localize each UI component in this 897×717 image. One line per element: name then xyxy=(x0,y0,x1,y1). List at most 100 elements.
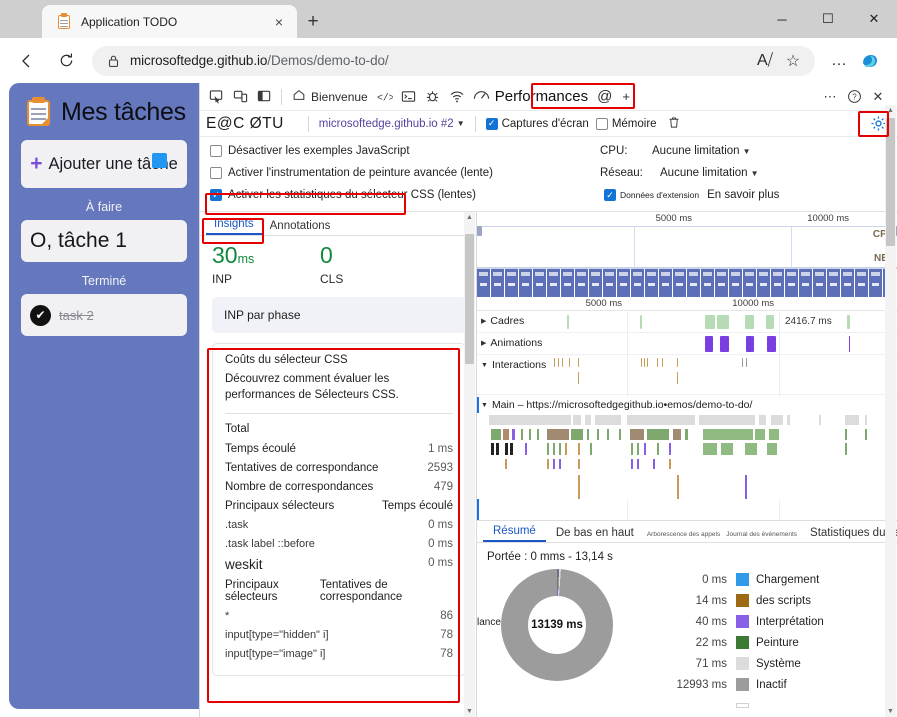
track-interactions[interactable]: ▼ Interactions xyxy=(477,355,897,395)
chevron-down-icon[interactable]: ▼ xyxy=(481,362,488,369)
tab-call-tree[interactable]: Arborescence des appels xyxy=(644,531,723,542)
dock-side-icon[interactable] xyxy=(253,86,275,108)
legend-item-partial[interactable] xyxy=(653,695,824,716)
console-icon[interactable] xyxy=(398,86,420,108)
donut-chart[interactable]: 13139 ms lance xyxy=(477,569,647,716)
scroll-down-icon[interactable]: ▼ xyxy=(885,706,896,717)
add-task-button[interactable]: + Ajouter une tâche xyxy=(21,140,187,188)
setting-css-selector-stats[interactable]: Activer les statistiques du sélecteur CS… xyxy=(210,184,595,206)
network-value[interactable]: Aucune limitation xyxy=(660,167,748,179)
trash-icon[interactable] xyxy=(667,115,681,133)
todo-app: Mes tâches + Ajouter une tâche À faire O… xyxy=(9,83,199,709)
record-controls[interactable]: E@C ØTU xyxy=(206,115,284,133)
favorite-icon[interactable]: ☆ xyxy=(779,47,807,75)
detail-scrollbar[interactable]: ▲ ▼ xyxy=(885,105,896,717)
list-item[interactable]: O, tâche 1 xyxy=(21,220,187,262)
setting-label: Activer les statistiques du sélecteur CS… xyxy=(228,189,476,201)
elements-icon[interactable]: </> xyxy=(374,86,396,108)
track-cadres[interactable]: ▶ Cadres 2416.7 ms xyxy=(477,311,897,333)
copilot-icon[interactable] xyxy=(857,48,883,74)
insights-scrollbar[interactable]: ▲ ▼ xyxy=(464,212,475,717)
window-close-icon[interactable]: ✕ xyxy=(851,0,897,38)
main-track-header[interactable]: ▼ Main – https://microsoftedgegithub.io•… xyxy=(477,397,897,413)
extension-data-row[interactable]: Données d'extension En savoir plus xyxy=(600,184,897,206)
browser-tab[interactable]: Application TODO × xyxy=(42,5,297,38)
network-throttling-row[interactable]: Réseau: Aucune limitation ▼ xyxy=(600,162,897,184)
chevron-down-icon[interactable]: ▼ xyxy=(751,169,759,178)
tab-insights[interactable]: Insights xyxy=(206,218,262,235)
extension-data-checkbox[interactable] xyxy=(604,189,616,201)
timeline-overview[interactable]: 5000 ms 10000 ms CPU NET xyxy=(477,212,897,297)
overflow-menu-icon[interactable]: ⋯ xyxy=(819,86,841,108)
svg-text:</>: </> xyxy=(377,92,393,103)
track-name[interactable]: ▼ Interactions xyxy=(481,359,546,371)
learn-more-link[interactable]: En savoir plus xyxy=(707,189,779,201)
scroll-up-icon[interactable]: ▲ xyxy=(464,212,475,223)
tab-bottom-up[interactable]: De bas en haut xyxy=(546,527,644,542)
check-icon[interactable]: ✔ xyxy=(30,304,51,326)
tab-welcome[interactable]: Bienvenue xyxy=(287,86,373,108)
insight-inp-by-phase[interactable]: INP par phase xyxy=(212,297,466,333)
cpu-value[interactable]: Aucune limitation xyxy=(652,145,740,157)
screenshots-checkbox[interactable] xyxy=(485,117,498,130)
inspect-icon[interactable] xyxy=(205,86,227,108)
browser-more-icon[interactable]: … xyxy=(825,47,853,75)
overview-handle-left[interactable] xyxy=(477,226,482,236)
legend-item[interactable]: 22 ms Peinture xyxy=(653,632,824,653)
chevron-down-icon[interactable]: ▼ xyxy=(481,402,488,409)
device-toolbar-icon[interactable] xyxy=(229,86,251,108)
reload-icon[interactable] xyxy=(50,45,82,77)
memory-checkbox[interactable] xyxy=(595,117,608,130)
legend-item[interactable]: 71 ms Système xyxy=(653,653,824,674)
insight-css-selector-costs[interactable]: Coûts du sélecteur CSS Découvrez comment… xyxy=(212,343,466,677)
chevron-down-icon[interactable]: ▼ xyxy=(743,147,751,156)
tab-selector-stats[interactable]: Statistiques du sélecteur xyxy=(800,527,897,542)
help-icon[interactable]: ? xyxy=(843,86,865,108)
list-item[interactable]: ✔ task 2 xyxy=(21,294,187,336)
tab-event-log[interactable]: Journal des événements xyxy=(723,531,800,542)
legend-item[interactable]: 40 ms Interprétation xyxy=(653,611,824,632)
chevron-right-icon[interactable]: ▶ xyxy=(481,339,486,347)
scroll-up-icon[interactable]: ▲ xyxy=(885,105,896,116)
track-animations[interactable]: ▶ Animations xyxy=(477,333,897,355)
clipboard-icon xyxy=(25,97,52,127)
scrollbar-thumb[interactable] xyxy=(465,234,474,364)
tab-summary[interactable]: Résumé xyxy=(483,525,546,542)
maximize-icon[interactable]: ☐ xyxy=(805,0,851,38)
new-tab-button[interactable]: + xyxy=(300,9,326,35)
chevron-right-icon[interactable]: ▶ xyxy=(481,317,486,325)
chevron-down-icon[interactable]: ▼ xyxy=(457,119,465,128)
disable-js-samples-checkbox[interactable] xyxy=(210,145,222,157)
donut-ring[interactable]: 13139 ms xyxy=(501,569,613,681)
scrollbar-thumb[interactable] xyxy=(886,118,895,246)
cpu-throttling-row[interactable]: CPU: Aucune limitation ▼ xyxy=(600,140,897,162)
setting-advanced-paint[interactable]: Activer l'instrumentation de peinture av… xyxy=(210,162,595,184)
target-selector[interactable]: microsoftedge.github.io #2 xyxy=(319,118,454,130)
legend-item[interactable]: 12993 ms Inactif xyxy=(653,674,824,695)
advanced-paint-checkbox[interactable] xyxy=(210,167,222,179)
address-bar[interactable]: microsoftedge.github.iohttps:///Demos/de… xyxy=(92,45,815,76)
close-icon[interactable]: × xyxy=(269,12,289,32)
filmstrip[interactable] xyxy=(477,269,897,297)
more-tabs-button[interactable]: @ xyxy=(592,86,617,108)
legend-item[interactable]: 14 ms des scripts xyxy=(653,590,824,611)
back-icon[interactable] xyxy=(11,45,43,77)
minimize-icon[interactable]: ─ xyxy=(759,0,805,38)
track-name[interactable]: ▶ Cadres xyxy=(481,315,524,327)
tab-performance[interactable]: Performances xyxy=(469,86,592,108)
metric-inp-value: 30ms xyxy=(212,244,320,267)
track-main[interactable]: ▼ Main – https://microsoftedgegithub.io•… xyxy=(477,397,897,520)
legend-item[interactable]: 0 ms Chargement xyxy=(653,569,824,590)
network-icon[interactable] xyxy=(446,86,468,108)
setting-disable-js-samples[interactable]: Désactiver les exemples JavaScript xyxy=(210,140,595,162)
lock-icon[interactable] xyxy=(100,48,126,74)
add-tab-button[interactable]: + xyxy=(617,86,635,108)
flame-chart[interactable] xyxy=(477,413,897,499)
scroll-down-icon[interactable]: ▼ xyxy=(464,706,475,717)
css-selector-stats-checkbox[interactable] xyxy=(210,189,222,201)
tab-annotations[interactable]: Annotations xyxy=(262,220,339,235)
sources-bug-icon[interactable] xyxy=(422,86,444,108)
track-name[interactable]: ▶ Animations xyxy=(481,337,542,349)
detail-tabs: Résumé De bas en haut Arborescence des a… xyxy=(477,521,897,543)
read-aloud-icon[interactable]: A⧸ xyxy=(751,47,779,75)
